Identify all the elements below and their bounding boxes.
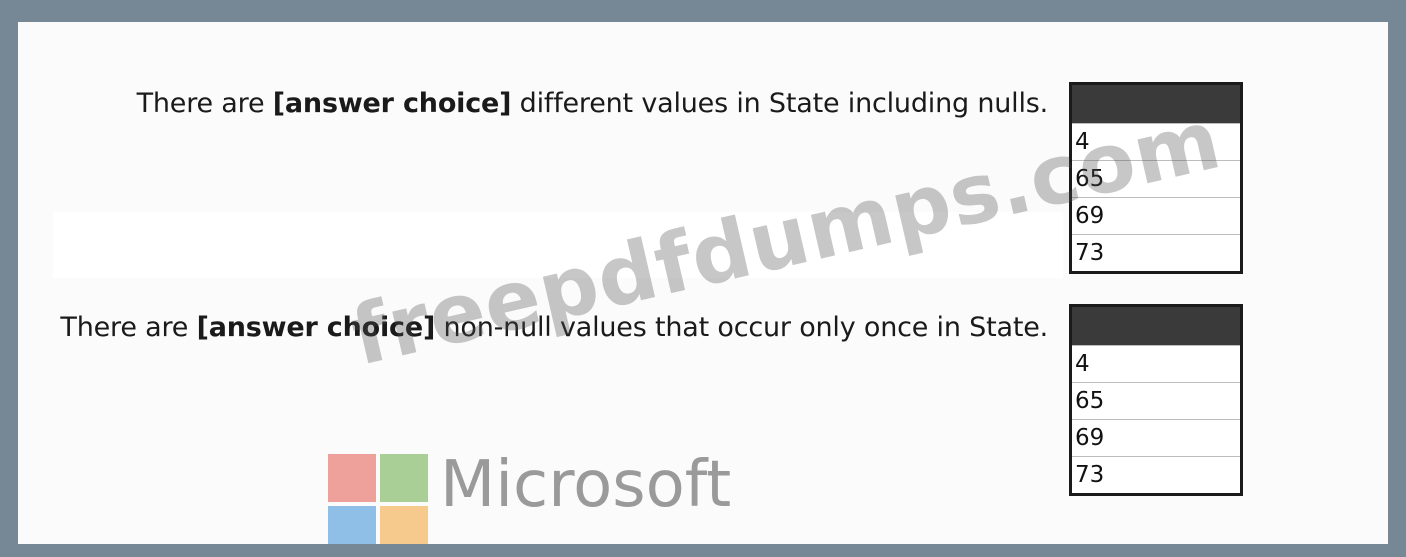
white-band [53, 212, 1063, 278]
dropdown-2-header[interactable] [1072, 307, 1240, 345]
statement-1-suffix: different values in State including null… [511, 88, 1049, 119]
statement-1: There are [answer choice] different valu… [136, 88, 1049, 119]
logo-red-square [328, 454, 376, 502]
logo-green-square [380, 454, 428, 502]
statement-2: There are [answer choice] non-null value… [60, 312, 1048, 343]
logo-yellow-square [380, 506, 428, 544]
statement-2-suffix: non-null values that occur only once in … [435, 312, 1048, 343]
dropdown-1-option[interactable]: 69 [1072, 197, 1240, 234]
dropdown-2-option[interactable]: 65 [1072, 382, 1240, 419]
dropdown-1-option[interactable]: 4 [1072, 123, 1240, 160]
dropdown-2-option[interactable]: 69 [1072, 419, 1240, 456]
statement-1-answer-placeholder: [answer choice] [272, 88, 512, 119]
dropdown-1-header[interactable] [1072, 85, 1240, 123]
dropdown-2-option[interactable]: 4 [1072, 345, 1240, 382]
dropdown-1-option[interactable]: 65 [1072, 160, 1240, 197]
microsoft-wordmark: Microsoft [440, 448, 732, 522]
question-panel: There are [answer choice] different valu… [18, 22, 1388, 544]
logo-blue-square [328, 506, 376, 544]
statement-2-answer-placeholder: [answer choice] [196, 312, 436, 343]
dropdown-1-option[interactable]: 73 [1072, 234, 1240, 271]
statement-1-prefix: There are [136, 88, 273, 119]
dropdown-2-option[interactable]: 73 [1072, 456, 1240, 493]
answer-dropdown-1[interactable]: 4 65 69 73 [1069, 82, 1243, 274]
answer-dropdown-2[interactable]: 4 65 69 73 [1069, 304, 1243, 496]
statement-2-prefix: There are [60, 312, 197, 343]
